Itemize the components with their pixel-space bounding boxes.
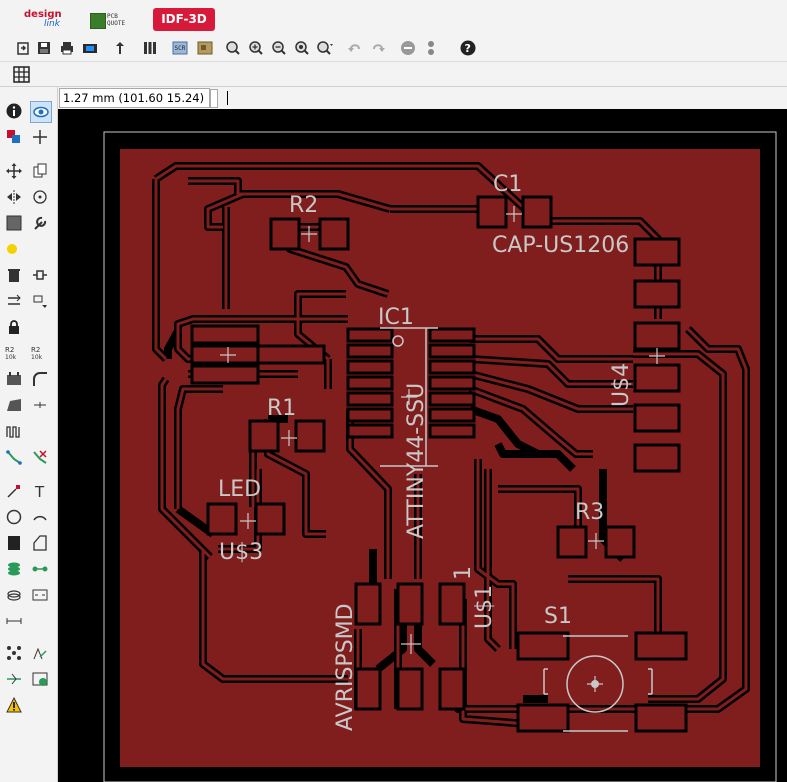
zoom-fit-icon[interactable] <box>224 39 242 57</box>
label-led: LED <box>218 477 261 502</box>
label-pin1: 1 <box>451 566 476 580</box>
layer-settings-icon[interactable] <box>141 39 159 57</box>
zoom-redraw-icon[interactable] <box>293 39 311 57</box>
drc-icon[interactable] <box>30 669 50 689</box>
hole-icon[interactable] <box>4 585 24 605</box>
secondary-toolbar <box>0 62 787 87</box>
display-icon[interactable] <box>4 127 24 147</box>
svg-text:10k: 10k <box>5 354 17 361</box>
cam-icon[interactable] <box>81 39 99 57</box>
name-icon[interactable]: R2 10k <box>4 343 24 363</box>
coordinate-display: 1.27 mm (101.60 15.24) <box>59 88 210 108</box>
svg-text:T: T <box>34 483 45 499</box>
label-r3: R3 <box>575 500 604 525</box>
main-toolbar: SCR ? <box>0 36 787 62</box>
meander-icon[interactable] <box>30 395 50 415</box>
smash-icon[interactable] <box>4 369 24 389</box>
ratsnest-icon[interactable] <box>4 643 24 663</box>
label-r1: R1 <box>267 396 296 421</box>
idf-3d-tab[interactable]: IDF-3D <box>153 8 215 31</box>
upload-icon[interactable] <box>111 39 129 57</box>
signal-icon[interactable] <box>30 447 50 467</box>
open-icon[interactable] <box>14 39 32 57</box>
replace-icon[interactable] <box>4 291 24 311</box>
print-icon[interactable] <box>58 39 76 57</box>
designlink-line2: link <box>44 19 60 29</box>
label-attiny: ATTINY44-SSU <box>404 383 429 539</box>
dimension-icon[interactable] <box>4 611 24 631</box>
grid-icon[interactable] <box>12 65 30 83</box>
label-cap: CAP-US1206 <box>492 233 629 258</box>
rotate-icon[interactable] <box>30 187 50 207</box>
wire-icon[interactable] <box>4 481 24 501</box>
pcb-board: R2 C1 CAP-US1206 IC1 ATTINY44-SSU U$4 R1… <box>103 131 777 782</box>
text-icon[interactable]: T <box>30 481 50 501</box>
label-ic1: IC1 <box>378 305 414 330</box>
svg-text:R2: R2 <box>5 346 14 354</box>
left-toolbar: R2 10k R2 10k T <box>0 87 58 782</box>
mark-icon[interactable] <box>30 127 50 147</box>
svg-text:R2: R2 <box>31 346 40 354</box>
label-avrispsmd: AVRISPSMD <box>333 603 358 731</box>
redo-icon[interactable] <box>369 39 387 57</box>
rect-icon[interactable] <box>4 533 24 553</box>
value-icon[interactable]: R2 10k <box>30 343 50 363</box>
via-icon[interactable] <box>4 559 24 579</box>
help-icon[interactable]: ? <box>459 39 477 57</box>
svg-text:SCR: SCR <box>175 45 186 52</box>
move-icon[interactable] <box>4 161 24 181</box>
split-icon[interactable] <box>30 291 50 311</box>
pcb-quote-line1: PCB <box>107 13 118 20</box>
save-icon[interactable] <box>35 39 53 57</box>
label-s1: S1 <box>544 604 572 629</box>
label-r2: R2 <box>289 193 318 218</box>
label-us1: U$1 <box>472 585 497 629</box>
autorouter-icon[interactable] <box>30 643 50 663</box>
pcb-quote-line2: QUOTE <box>107 20 126 27</box>
board-editor-canvas[interactable]: R2 C1 CAP-US1206 IC1 ATTINY44-SSU U$4 R1… <box>58 109 787 782</box>
label-c1: C1 <box>493 172 522 197</box>
svg-text:10k: 10k <box>31 354 43 361</box>
label-us4: U$4 <box>609 363 634 407</box>
designlink-tab[interactable]: design link <box>18 9 68 31</box>
circle-icon[interactable] <box>4 507 24 527</box>
copy-icon[interactable] <box>30 161 50 181</box>
top-tab-bar: design link PCB QUOTE IDF-3D <box>0 0 787 37</box>
erc-icon[interactable] <box>4 669 24 689</box>
arc-icon[interactable] <box>30 507 50 527</box>
stop-icon[interactable] <box>399 39 417 57</box>
route-icon[interactable] <box>4 421 24 441</box>
paste-icon[interactable] <box>4 239 24 259</box>
command-history-toggle[interactable] <box>210 89 218 108</box>
lock-icon[interactable] <box>4 317 24 337</box>
polygon-icon[interactable] <box>30 533 50 553</box>
delete-icon[interactable] <box>4 265 24 285</box>
pcb-quote-tab[interactable]: PCB QUOTE <box>90 11 134 29</box>
command-bar: 1.27 mm (101.60 15.24) <box>57 87 787 109</box>
miter-icon[interactable] <box>30 369 50 389</box>
zoom-out-icon[interactable] <box>270 39 288 57</box>
optimize-icon[interactable] <box>4 395 24 415</box>
mirror-icon[interactable] <box>4 187 24 207</box>
attribute-icon[interactable] <box>30 585 50 605</box>
zoom-in-icon[interactable] <box>247 39 265 57</box>
add-icon[interactable] <box>30 265 50 285</box>
zoom-select-icon[interactable] <box>316 39 334 57</box>
change-icon[interactable] <box>30 213 50 233</box>
svg-text:?: ? <box>465 42 471 55</box>
errors-icon[interactable] <box>4 695 24 715</box>
pcb-quote-icon <box>90 13 106 29</box>
info-icon[interactable] <box>4 101 24 121</box>
go-icon[interactable] <box>422 39 440 57</box>
run-ulp-icon[interactable] <box>196 39 214 57</box>
group-icon[interactable] <box>4 213 24 233</box>
command-line-input[interactable] <box>227 91 228 105</box>
undo-icon[interactable] <box>346 39 364 57</box>
signal-net-icon[interactable] <box>30 559 50 579</box>
show-icon[interactable] <box>30 101 52 123</box>
script-icon[interactable]: SCR <box>171 39 189 57</box>
ripup-icon[interactable] <box>4 447 24 467</box>
switch-center <box>591 680 599 688</box>
label-us3: U$3 <box>219 540 263 565</box>
